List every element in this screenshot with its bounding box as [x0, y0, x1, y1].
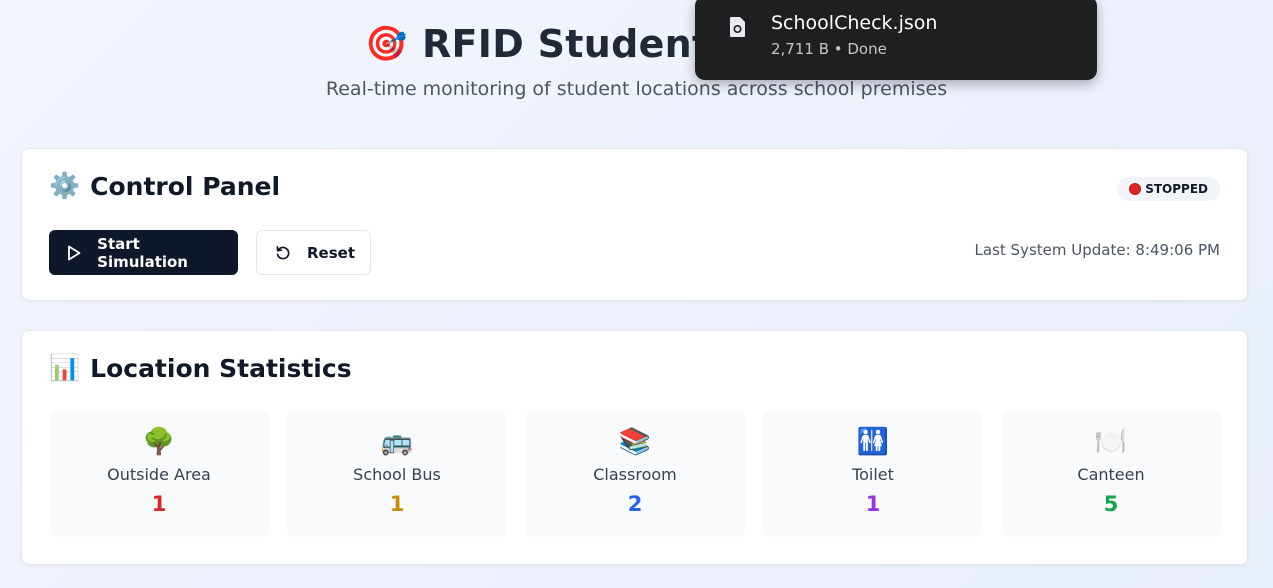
plate-icon: 🍽️ [1094, 427, 1128, 457]
tree-icon: 🌳 [142, 427, 176, 457]
control-panel: ⚙️ Control Panel STOPPED Start Simulatio… [21, 148, 1248, 301]
stat-card-toilet: 🚻 Toilet 1 [763, 411, 983, 537]
app-page: 🎯 RFID Student Tracking Real-time monito… [0, 0, 1273, 588]
books-icon: 📚 [618, 427, 652, 457]
stat-grid: 🌳 Outside Area 1 🚌 School Bus 1 📚 Classr… [49, 411, 1221, 537]
status-badge: STOPPED [1117, 177, 1220, 201]
control-panel-title-text: Control Panel [90, 171, 281, 201]
stat-label: Outside Area [107, 465, 211, 484]
bus-icon: 🚌 [380, 427, 414, 457]
statistics-title: 📊 Location Statistics [49, 353, 352, 383]
start-simulation-label: Start Simulation [97, 234, 188, 271]
stat-label: Classroom [593, 465, 677, 484]
last-update-text: Last System Update: 8:49:06 PM [974, 241, 1220, 259]
reset-button[interactable]: Reset [256, 230, 371, 275]
file-icon [729, 16, 747, 38]
restroom-icon: 🚻 [856, 427, 890, 457]
stat-label: Canteen [1077, 465, 1145, 484]
stat-value: 2 [627, 492, 643, 516]
stat-card-outside-area: 🌳 Outside Area 1 [49, 411, 269, 537]
stat-card-school-bus: 🚌 School Bus 1 [287, 411, 507, 537]
stat-card-canteen: 🍽️ Canteen 5 [1001, 411, 1221, 537]
location-statistics: 📊 Location Statistics 🌳 Outside Area 1 🚌… [21, 330, 1248, 565]
target-icon: 🎯 [365, 24, 408, 64]
control-panel-title: ⚙️ Control Panel [49, 171, 280, 201]
statistics-title-text: Location Statistics [90, 353, 352, 383]
reset-icon [275, 245, 291, 261]
download-file-name: SchoolCheck.json [771, 12, 938, 34]
stat-label: School Bus [353, 465, 441, 484]
bar-chart-icon: 📊 [49, 353, 81, 382]
download-toast[interactable]: SchoolCheck.json 2,711 B • Done [695, 0, 1097, 80]
stat-value: 1 [865, 492, 881, 516]
download-file-meta: 2,711 B • Done [771, 40, 887, 58]
stat-card-classroom: 📚 Classroom 2 [525, 411, 745, 537]
stat-value: 5 [1103, 492, 1119, 516]
play-icon [67, 245, 81, 261]
reset-label: Reset [307, 243, 355, 262]
status-badge-text: STOPPED [1145, 182, 1208, 196]
gear-icon: ⚙️ [49, 171, 81, 200]
stat-label: Toilet [852, 465, 894, 484]
stat-value: 1 [389, 492, 405, 516]
start-simulation-button[interactable]: Start Simulation [49, 230, 238, 275]
red-circle-icon [1129, 183, 1142, 195]
page-subtitle: Real-time monitoring of student location… [325, 78, 948, 100]
stat-value: 1 [151, 492, 167, 516]
